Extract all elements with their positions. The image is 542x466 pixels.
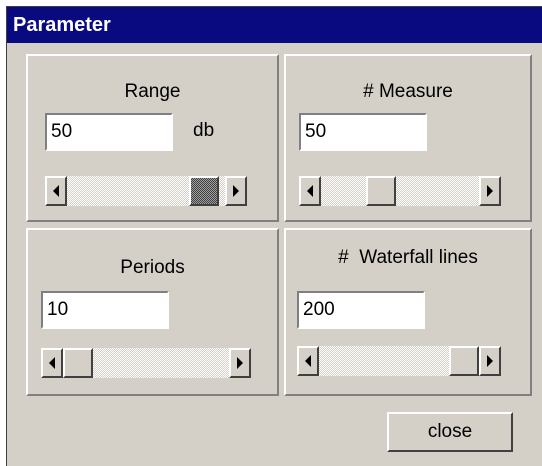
measure-scroll-track[interactable] (299, 176, 501, 206)
measure-scroll-left-button[interactable] (299, 176, 321, 206)
right-arrow-icon (487, 185, 493, 197)
range-scroll-thumb[interactable] (188, 176, 219, 206)
periods-label: Periods (120, 257, 185, 278)
waterfall-scroll-right-button[interactable] (479, 346, 501, 376)
right-arrow-icon (237, 357, 243, 369)
range-scrollbar[interactable] (45, 176, 247, 206)
periods-scrollbar[interactable] (41, 348, 251, 378)
measure-input[interactable] (299, 113, 427, 151)
waterfall-scrollbar[interactable] (297, 346, 501, 376)
measure-scroll-right-button[interactable] (479, 176, 501, 206)
close-button[interactable]: close (387, 412, 513, 452)
left-arrow-icon (53, 185, 59, 197)
left-arrow-icon (305, 355, 311, 367)
waterfall-panel: # Waterfall lines (284, 228, 532, 396)
measure-scroll-thumb[interactable] (365, 176, 396, 206)
range-unit-label: db (193, 120, 215, 141)
range-scroll-right-button[interactable] (225, 176, 247, 206)
waterfall-input[interactable] (297, 291, 425, 329)
range-panel: Range db (26, 54, 279, 222)
title-bar: Parameter (7, 7, 542, 43)
waterfall-scroll-thumb[interactable] (449, 346, 479, 376)
periods-scroll-right-button[interactable] (229, 348, 251, 378)
waterfall-label: # Waterfall lines (338, 247, 478, 268)
left-arrow-icon (307, 185, 313, 197)
measure-scrollbar[interactable] (299, 176, 501, 206)
left-arrow-icon (49, 357, 55, 369)
measure-panel: # Measure (284, 54, 532, 222)
periods-panel: Periods (26, 228, 279, 396)
parameter-dialog: Parameter Range db # Measure Periods (6, 6, 542, 466)
waterfall-scroll-left-button[interactable] (297, 346, 319, 376)
range-label: Range (124, 81, 181, 102)
right-arrow-icon (487, 355, 493, 367)
periods-scroll-thumb[interactable] (63, 348, 93, 378)
range-scroll-left-button[interactable] (45, 176, 67, 206)
periods-scroll-left-button[interactable] (41, 348, 63, 378)
periods-input[interactable] (41, 291, 169, 329)
range-input[interactable] (45, 113, 173, 151)
measure-label: # Measure (363, 81, 453, 102)
right-arrow-icon (233, 185, 239, 197)
